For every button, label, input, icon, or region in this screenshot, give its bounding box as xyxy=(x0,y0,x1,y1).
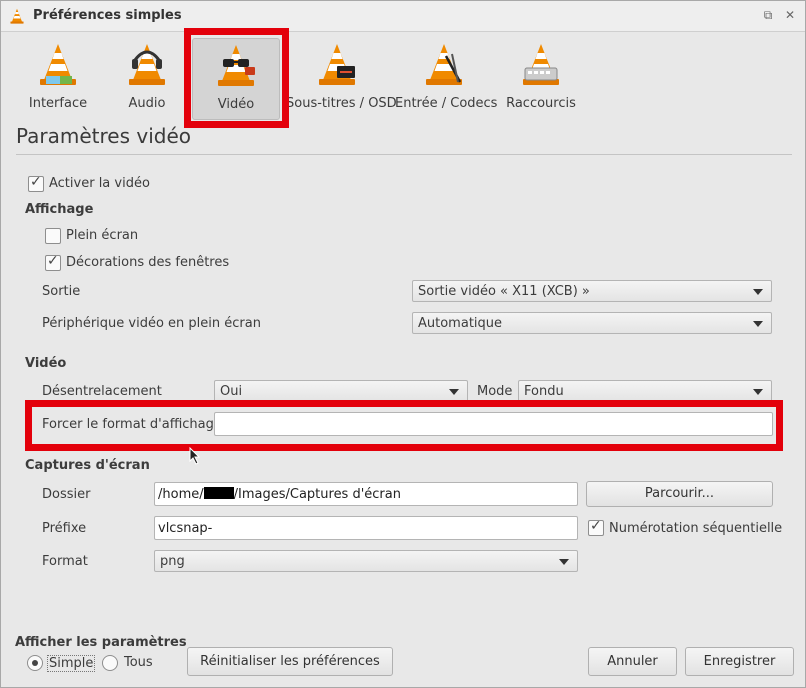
vlc-cone-icon xyxy=(40,44,76,85)
page-title: Paramètres vidéo xyxy=(16,124,192,148)
chevron-down-icon xyxy=(449,389,459,395)
output-select[interactable]: Sortie vidéo « X11 (XCB) » xyxy=(412,280,772,302)
mouse-pointer-icon xyxy=(189,447,201,465)
show-settings-label: Afficher les paramètres xyxy=(15,635,187,650)
restore-icon[interactable]: ⧉ xyxy=(761,8,775,22)
divider xyxy=(16,154,792,155)
all-radio[interactable] xyxy=(102,655,118,671)
window-decorations-checkbox[interactable] xyxy=(45,253,61,271)
folder-value-end: /Images/Captures d'écran xyxy=(233,487,401,502)
folder-label: Dossier xyxy=(42,487,91,502)
category-label: Vidéo xyxy=(217,97,255,112)
window-title: Préférences simples xyxy=(33,8,182,23)
headphones-cone-icon xyxy=(129,44,165,85)
format-label: Format xyxy=(42,554,88,569)
folder-value-start: /home/ xyxy=(158,487,204,502)
enable-video-checkbox[interactable] xyxy=(28,174,44,192)
mode-label: Mode xyxy=(477,384,513,399)
all-radio-label[interactable]: Tous xyxy=(124,655,153,670)
category-video[interactable]: Vidéo xyxy=(192,38,280,120)
fullscreen-checkbox[interactable] xyxy=(45,228,61,244)
mode-select[interactable]: Fondu xyxy=(518,380,772,402)
chevron-down-icon xyxy=(753,389,763,395)
title-bar: Préférences simples ⧉ ✕ xyxy=(1,1,805,32)
category-input-codecs[interactable]: Entrée / Codecs xyxy=(395,38,498,118)
category-hotkeys[interactable]: Raccourcis xyxy=(505,38,577,118)
category-bar: Interface Audio Vidéo Sous-titres / OSD … xyxy=(1,32,805,120)
category-label: Sous-titres / OSD xyxy=(286,96,397,111)
close-icon[interactable]: ✕ xyxy=(783,8,797,22)
category-interface[interactable]: Interface xyxy=(19,38,97,118)
window-decorations-label: Décorations des fenêtres xyxy=(66,255,230,270)
save-button[interactable]: Enregistrer xyxy=(685,647,794,676)
fullscreen-device-select[interactable]: Automatique xyxy=(412,312,772,334)
simple-radio[interactable] xyxy=(27,655,43,671)
category-label: Entrée / Codecs xyxy=(395,96,498,111)
sequential-numbering-checkbox[interactable] xyxy=(588,518,604,536)
category-subtitles[interactable]: Sous-titres / OSD xyxy=(286,38,397,118)
aspect-ratio-input[interactable] xyxy=(214,412,773,436)
glasses-cone-icon xyxy=(218,45,255,86)
video-section-title: Vidéo xyxy=(25,356,67,371)
fullscreen-device-label: Périphérique vidéo en plein écran xyxy=(42,316,261,331)
format-select[interactable]: png xyxy=(154,550,578,572)
prefix-input[interactable]: vlcsnap- xyxy=(154,516,578,540)
category-audio[interactable]: Audio xyxy=(108,38,186,118)
chevron-down-icon xyxy=(753,321,763,327)
folder-input[interactable]: /home/ /Images/Captures d'écran xyxy=(154,482,578,506)
category-label: Interface xyxy=(28,96,88,111)
cables-cone-icon xyxy=(426,44,462,85)
simple-radio-label[interactable]: Simple xyxy=(47,655,96,672)
prefix-label: Préfixe xyxy=(42,521,87,536)
enable-video-label: Activer la vidéo xyxy=(49,176,150,191)
preferences-window: Préférences simples ⧉ ✕ Interface Audio xyxy=(0,0,806,688)
reset-preferences-button[interactable]: Réinitialiser les préférences xyxy=(187,647,393,676)
chevron-down-icon xyxy=(559,559,569,565)
output-label: Sortie xyxy=(42,284,81,299)
deinterlace-value: Oui xyxy=(220,384,243,399)
format-value: png xyxy=(160,554,185,569)
folder-value: /home/ /Images/Captures d'écran xyxy=(158,487,401,502)
cancel-button[interactable]: Annuler xyxy=(588,647,677,676)
fullscreen-label: Plein écran xyxy=(66,228,139,243)
subtitles-cone-icon xyxy=(319,44,355,85)
deinterlace-label: Désentrelacement xyxy=(42,384,162,399)
chevron-down-icon xyxy=(753,289,763,295)
browse-button[interactable]: Parcourir... xyxy=(586,481,773,507)
output-value: Sortie vidéo « X11 (XCB) » xyxy=(418,284,590,299)
display-section-title: Affichage xyxy=(25,202,94,217)
deinterlace-select[interactable]: Oui xyxy=(214,380,468,402)
snapshots-section-title: Captures d'écran xyxy=(25,458,150,473)
aspect-ratio-label: Forcer le format d'affichage xyxy=(42,417,222,432)
mode-value: Fondu xyxy=(524,384,564,399)
keyboard-cone-icon xyxy=(523,44,559,85)
prefix-value: vlcsnap- xyxy=(158,521,213,536)
category-label: Raccourcis xyxy=(506,96,576,111)
category-label: Audio xyxy=(128,96,166,111)
redacted-username xyxy=(203,487,234,499)
sequential-numbering-label: Numérotation séquentielle xyxy=(609,521,783,536)
fullscreen-device-value: Automatique xyxy=(418,316,503,331)
vlc-icon xyxy=(10,8,24,24)
